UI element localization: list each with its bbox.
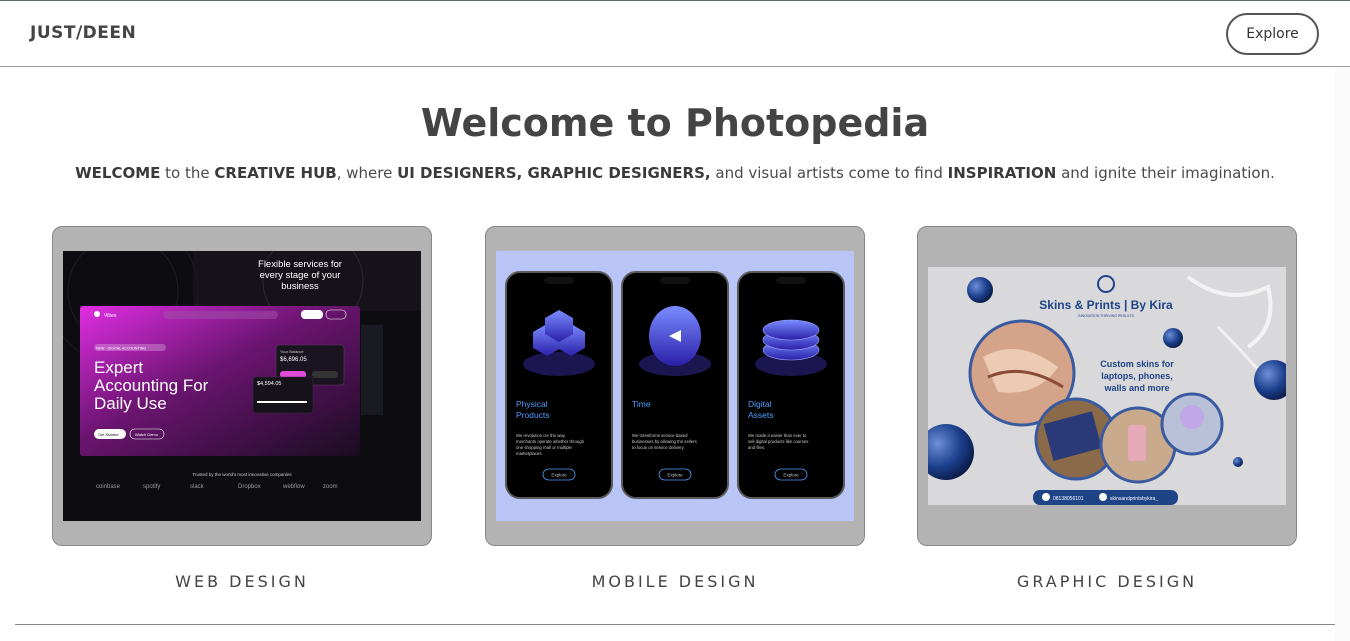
phone-title: Products (516, 410, 550, 420)
phone-title: Physical (516, 399, 548, 409)
intro-fragment: WELCOME (75, 164, 161, 182)
mobile-design-card[interactable]: Physical Products We revolution ize the wa… (485, 226, 865, 546)
graphic-design-image: Skins & Prints | By Kira INNOVATION THRI… (928, 267, 1286, 505)
phone-body: one shopping mall or multiple (516, 445, 573, 450)
page: JUST/DEEN Explore Welcome to Photopedia … (0, 0, 1350, 641)
logo-spotify: spotify (143, 484, 160, 490)
phone-mockup: DigitalAssets We made it easier than ever… (737, 271, 845, 499)
web-amount: $4,594.05 (257, 381, 281, 387)
web-trusted: Trusted by the world's most innovative c… (192, 472, 292, 477)
web-nav-brand: Vibes (104, 313, 117, 319)
logo-webflow: webflow (282, 484, 305, 490)
logo-slack: slack (190, 484, 205, 490)
scrollbar[interactable] (1335, 68, 1350, 641)
intro-fragment: , where (336, 164, 398, 182)
phone-body: and files. (748, 445, 765, 450)
web-badge: NEW - DIGITAL ACCOUNTING (96, 347, 146, 351)
web-design-caption[interactable]: WEB DESIGN (52, 572, 432, 591)
graphic-phone: 08138056101 (1053, 496, 1084, 502)
intro-fragment: INSPIRATION (947, 164, 1057, 182)
graphic-title: Skins & Prints | By Kira (1039, 298, 1173, 312)
intro-fragment: and visual artists come to find (710, 164, 948, 182)
explore-button[interactable]: Explore (1226, 13, 1319, 55)
intro-text: WELCOME to the CREATIVE HUB, where UI DE… (0, 164, 1350, 182)
logo-coinbase: coinbase (96, 484, 121, 490)
phone-mockup: Time We transforms service basedbusinesse… (621, 271, 729, 499)
phone-explore-button: Explore (783, 473, 799, 478)
graphic-subtitle: INNOVATION THRIVING RESULTS (1078, 314, 1134, 318)
web-banner-line3: business (281, 281, 319, 292)
phone-title: Assets (748, 410, 774, 420)
web-balance: $6,696.05 (280, 357, 307, 363)
page-title: Welcome to Photopedia (420, 101, 930, 145)
web-btn-demo: Watch Demo (135, 432, 159, 437)
phone-body: merchants operate whether through (516, 439, 585, 444)
intro-fragment: to the (160, 164, 215, 182)
intro-fragment: and ignite their imagination. (1056, 164, 1275, 182)
graphic-handle: skinsandprintsbykira_ (1110, 496, 1158, 502)
top-nav: JUST/DEEN Explore (0, 1, 1350, 67)
intro-fragment: UI DESIGNERS, GRAPHIC DESIGNERS, (397, 164, 711, 182)
phone-title: Time (632, 399, 651, 409)
logo-dropbox: Dropbox (238, 484, 261, 490)
phone-title: Digital (748, 399, 772, 409)
web-banner-line1: Flexible services for (258, 259, 342, 270)
footer-divider (15, 624, 1335, 625)
web-headline-1: Expert (94, 358, 143, 377)
phone-body: We revolution ize the way (516, 433, 566, 438)
web-balance-label: Your Balance (280, 349, 304, 354)
phone-explore-button: Explore (551, 473, 567, 478)
phone-body: We made it easier than ever to (748, 433, 807, 438)
web-btn-start: Get Started (98, 432, 118, 437)
logo-zoom: zoom (323, 484, 338, 490)
brand-logo[interactable]: JUST/DEEN (30, 23, 136, 43)
graphic-tagline-1: Custom skins for (1100, 359, 1174, 369)
phone-body: marketplaces. (516, 451, 543, 456)
graphic-design-card[interactable]: Skins & Prints | By Kira INNOVATION THRI… (917, 226, 1297, 546)
phone-mockup: PhysicalProducts We revolution ize the wa… (505, 271, 613, 499)
web-headline-2: Accounting For (94, 376, 209, 395)
graphic-tagline-3: walls and more (1103, 383, 1169, 393)
mobile-design-image: PhysicalProducts We revolution ize the wa… (496, 251, 854, 521)
graphic-tagline-2: laptops, phones, (1101, 371, 1173, 381)
phone-body: to focus on service delivery. (632, 445, 685, 450)
mobile-design-caption[interactable]: MOBILE DESIGN (485, 572, 865, 591)
phone-body: sell digital products like courses (748, 439, 808, 444)
web-banner-line2: every stage of your (260, 270, 341, 281)
phone-explore-button: Explore (667, 473, 683, 478)
graphic-design-caption[interactable]: GRAPHIC DESIGN (917, 572, 1297, 591)
web-design-image: Flexible services for every stage of you… (63, 251, 421, 521)
web-headline-3: Daily Use (94, 394, 167, 413)
web-design-card[interactable]: Flexible services for every stage of you… (52, 226, 432, 546)
phone-body: businesses by allowing the sellers (632, 439, 697, 444)
intro-fragment: CREATIVE HUB (214, 164, 337, 182)
phone-body: We transforms service based (632, 433, 688, 438)
